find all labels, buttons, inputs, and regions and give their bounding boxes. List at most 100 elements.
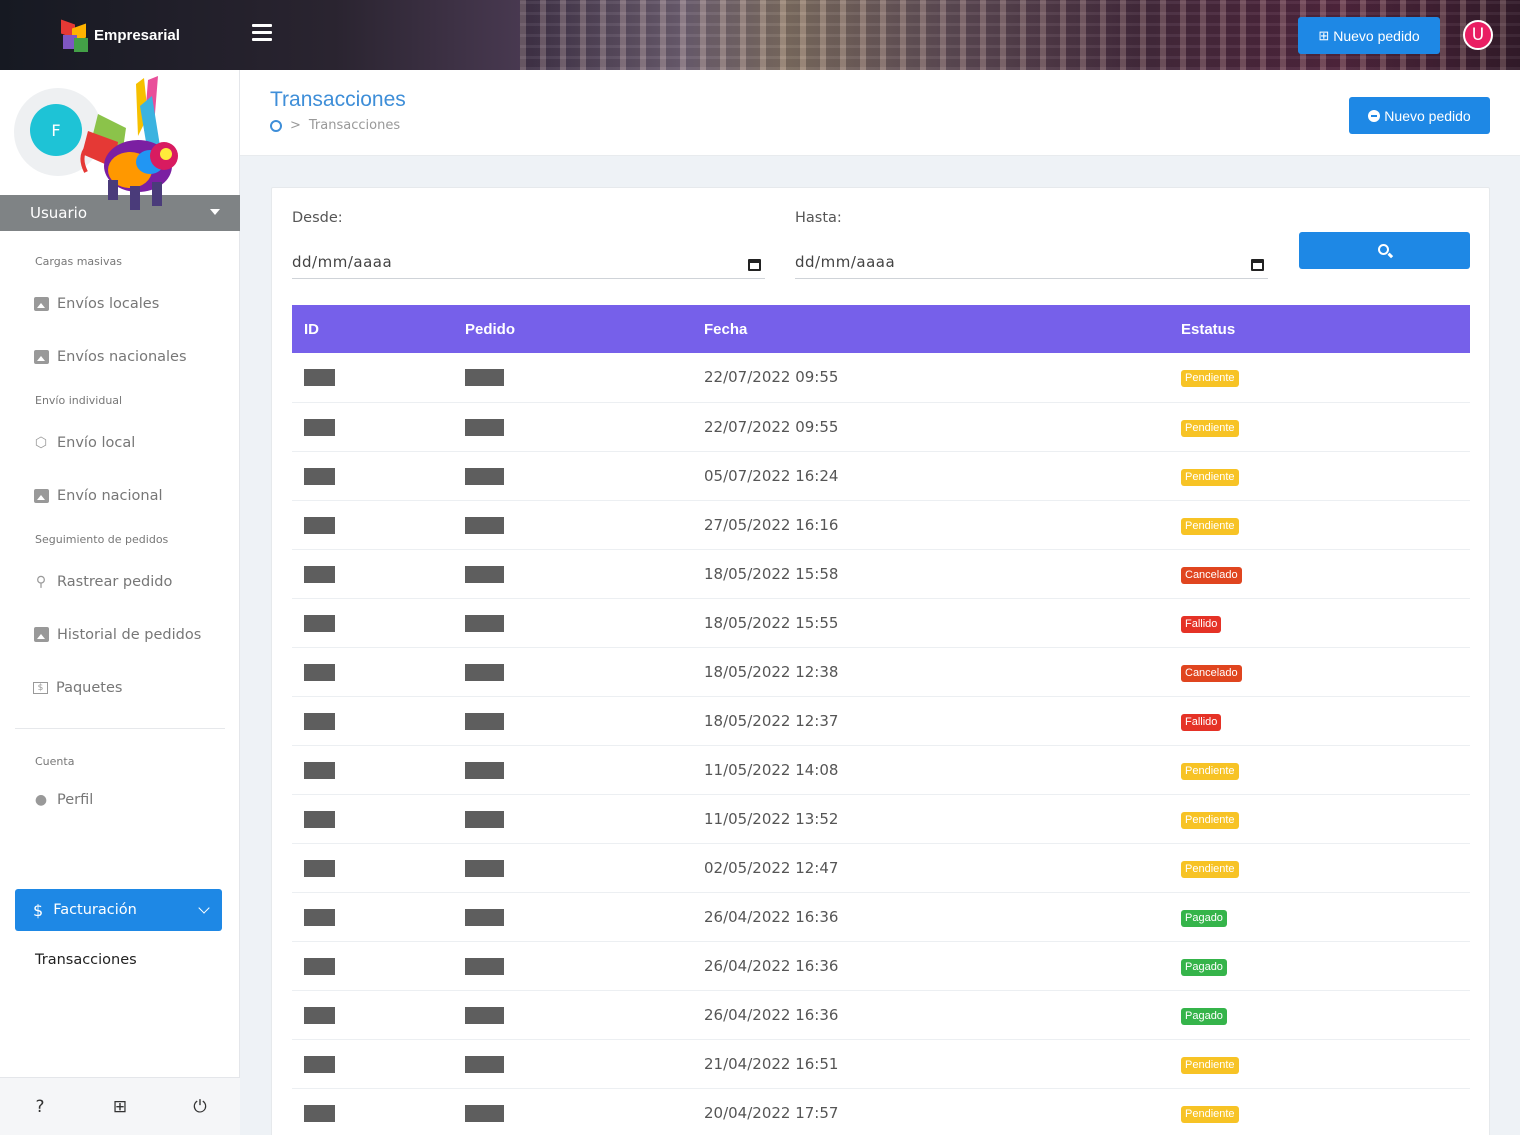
cell-estatus: Pendiente — [1169, 1039, 1470, 1088]
redacted-order — [465, 418, 504, 436]
power-icon[interactable]: ⏻ — [180, 1097, 220, 1117]
section-account: Cuenta — [35, 755, 75, 768]
table-row[interactable]: 22/07/2022 09:55 Pendiente — [292, 402, 1470, 451]
help-icon[interactable]: ? — [20, 1097, 60, 1117]
cell-estatus: Pagado — [1169, 892, 1470, 941]
cell-fecha: 18/05/2022 15:55 — [704, 613, 839, 632]
to-date-input[interactable]: dd/mm/aaaa — [795, 245, 1268, 279]
alebrije-mascot-image — [80, 76, 178, 210]
status-badge: Pendiente — [1181, 811, 1239, 829]
menu-toggle-icon[interactable] — [252, 24, 272, 42]
new-order-button[interactable]: Nuevo pedido — [1349, 97, 1490, 134]
cell-pedido — [453, 696, 692, 745]
from-date-input[interactable]: dd/mm/aaaa — [292, 245, 765, 279]
redacted-order — [465, 516, 504, 534]
column-header-id[interactable]: ID — [292, 305, 453, 353]
table-row[interactable]: 26/04/2022 16:36 Pagado — [292, 990, 1470, 1039]
expand-icon[interactable]: ⊞ — [100, 1097, 140, 1117]
sidebar-item-local-shipments[interactable]: Envíos locales — [0, 277, 240, 330]
section-individual-shipment: Envío individual — [35, 394, 123, 407]
cell-pedido — [453, 843, 692, 892]
table-row[interactable]: 22/07/2022 09:55 Pendiente — [292, 353, 1470, 402]
cell-pedido — [453, 549, 692, 598]
sidebar-item-packages[interactable]: $ Paquetes — [0, 661, 240, 714]
table-header-row: ID Pedido Fecha Estatus — [292, 305, 1470, 353]
redacted-id — [304, 1104, 335, 1122]
redacted-id — [304, 908, 335, 926]
sidebar-item-national-shipment[interactable]: Envío nacional — [0, 469, 240, 522]
table-row[interactable]: 18/05/2022 12:37 Fallido — [292, 696, 1470, 745]
sidebar-item-track-order[interactable]: ⚲ Rastrear pedido — [0, 555, 240, 608]
sidebar-item-label: Envíos nacionales — [57, 348, 187, 365]
sidebar-item-local-shipment[interactable]: ⬡ Envío local — [0, 416, 240, 469]
table-row[interactable]: 05/07/2022 16:24 Pendiente — [292, 451, 1470, 500]
cell-id — [292, 990, 453, 1039]
home-icon[interactable] — [270, 119, 282, 132]
cell-id — [292, 794, 453, 843]
table-row[interactable]: 02/05/2022 12:47 Pendiente — [292, 843, 1470, 892]
status-badge: Pendiente — [1181, 468, 1239, 486]
cell-id — [292, 353, 453, 402]
cell-estatus: Pendiente — [1169, 451, 1470, 500]
from-date-value: dd/mm/aaaa — [292, 253, 393, 271]
cell-id — [292, 892, 453, 941]
search-icon — [1378, 244, 1389, 255]
cell-fecha: 02/05/2022 12:47 — [704, 858, 839, 877]
table-row[interactable]: 11/05/2022 14:08 Pendiente — [292, 745, 1470, 794]
user-avatar[interactable]: U — [1463, 20, 1493, 50]
table-row[interactable]: 18/05/2022 15:55 Fallido — [292, 598, 1470, 647]
search-button[interactable] — [1299, 232, 1470, 269]
sidebar-item-national-shipments[interactable]: Envíos nacionales — [0, 330, 240, 383]
status-badge: Pagado — [1181, 1007, 1227, 1025]
status-badge: Pendiente — [1181, 1105, 1239, 1123]
top-bar: Empresarial ⊞ Nuevo pedido U — [0, 0, 1520, 70]
status-badge: Pendiente — [1181, 762, 1239, 780]
transactions-card: Desde: dd/mm/aaaa Hasta: dd/mm/aaaa ID P… — [271, 187, 1490, 1135]
table-row[interactable]: 21/04/2022 16:51 Pendiente — [292, 1039, 1470, 1088]
table-row[interactable]: 27/05/2022 16:16 Pendiente — [292, 500, 1470, 549]
sidebar-item-label: Historial de pedidos — [57, 626, 202, 643]
redacted-id — [304, 369, 335, 387]
sidebar-subitem-transactions[interactable]: Transacciones — [35, 952, 137, 968]
redacted-order — [465, 908, 504, 926]
sidebar-item-order-history[interactable]: Historial de pedidos — [0, 608, 240, 661]
breadcrumb: > Transacciones — [270, 118, 400, 133]
cell-pedido — [453, 353, 692, 402]
sidebar-item-label: Facturación — [53, 902, 137, 918]
top-new-order-button[interactable]: ⊞ Nuevo pedido — [1298, 17, 1440, 54]
table-row[interactable]: 20/04/2022 17:57 Pendiente — [292, 1088, 1470, 1135]
new-order-label: Nuevo pedido — [1384, 107, 1471, 124]
table-row[interactable]: 11/05/2022 13:52 Pendiente — [292, 794, 1470, 843]
cell-id — [292, 941, 453, 990]
column-header-fecha[interactable]: Fecha — [692, 305, 1169, 353]
cell-pedido — [453, 598, 692, 647]
cell-fecha: 26/04/2022 16:36 — [704, 956, 839, 975]
cell-pedido — [453, 990, 692, 1039]
calendar-icon[interactable] — [1251, 259, 1264, 271]
cell-pedido — [453, 402, 692, 451]
to-date-value: dd/mm/aaaa — [795, 253, 896, 271]
minus-circle-icon — [1368, 109, 1381, 122]
cell-id — [292, 500, 453, 549]
column-header-pedido[interactable]: Pedido — [453, 305, 692, 353]
redacted-id — [304, 957, 335, 975]
cell-pedido — [453, 794, 692, 843]
brand[interactable]: Empresarial — [58, 19, 180, 52]
redacted-id — [304, 1006, 335, 1024]
status-badge: Fallido — [1181, 713, 1222, 731]
cell-id — [292, 598, 453, 647]
sidebar-avatar[interactable]: F — [30, 104, 82, 156]
cell-fecha: 21/04/2022 16:51 — [704, 1054, 839, 1073]
sidebar-item-profile[interactable]: ● Perfil — [0, 777, 240, 823]
status-badge: Pendiente — [1181, 370, 1239, 388]
cell-pedido — [453, 892, 692, 941]
sidebar-item-billing[interactable]: $ Facturación — [15, 889, 222, 931]
table-row[interactable]: 18/05/2022 12:38 Cancelado — [292, 647, 1470, 696]
redacted-order — [465, 467, 504, 485]
calendar-icon[interactable] — [748, 259, 761, 271]
column-header-estatus[interactable]: Estatus — [1169, 305, 1470, 353]
table-row[interactable]: 18/05/2022 15:58 Cancelado — [292, 549, 1470, 598]
table-row[interactable]: 26/04/2022 16:36 Pagado — [292, 941, 1470, 990]
table-row[interactable]: 26/04/2022 16:36 Pagado — [292, 892, 1470, 941]
redacted-id — [304, 467, 335, 485]
